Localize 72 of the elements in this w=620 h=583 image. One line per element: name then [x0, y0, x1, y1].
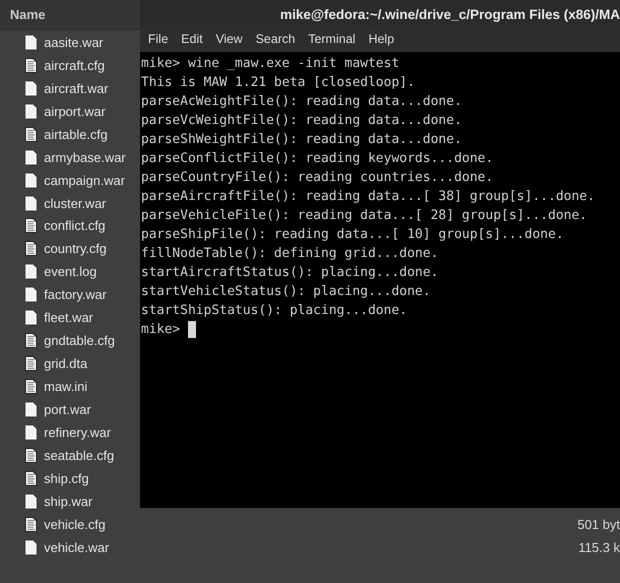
- file-icon: [25, 264, 37, 280]
- file-name[interactable]: aircraft.war: [44, 80, 108, 96]
- file-name[interactable]: seatable.cfg: [44, 448, 114, 463]
- file-name[interactable]: airport.war: [44, 104, 106, 119]
- file-name[interactable]: grid.dta: [44, 356, 88, 372]
- terminal-line: parseShipFile(): reading data...[ 10] group[s]...done.: [141, 226, 565, 244]
- file-name[interactable]: armybase.war: [44, 150, 126, 165]
- file-name[interactable]: campaign.war: [44, 172, 125, 188]
- terminal-line: fillNodeTable(): defining grid...done.: [141, 245, 440, 263]
- window-title: mike@fedora:~/.wine/drive_c/Program Files (x86)/MA: [280, 6, 620, 22]
- terminal-line: parseCountryFile(): reading countries...done.: [141, 169, 494, 187]
- cursor: [188, 321, 196, 338]
- file-icon: [25, 494, 37, 509]
- terminal-line: parseAcWeightFile(): reading data...done.: [141, 93, 463, 111]
- file-icon: [25, 310, 37, 326]
- file-name[interactable]: ship.cfg: [44, 470, 89, 486]
- text-file-icon: [25, 470, 37, 486]
- terminal-line: parseAircraftFile(): reading data...[ 38] group[s]...done.: [141, 188, 596, 206]
- file-name[interactable]: airtable.cfg: [44, 126, 108, 142]
- terminal-line: startVehicleStatus(): placing...done.: [141, 283, 432, 301]
- file-name[interactable]: ship.war: [44, 494, 92, 509]
- file-name[interactable]: maw.ini: [44, 379, 88, 394]
- terminal-line: startAircraftStatus(): placing...done.: [141, 264, 440, 282]
- terminal-line: mike> wine _maw.exe -init mawtest: [141, 55, 400, 73]
- text-file-icon: [25, 126, 37, 142]
- file-name[interactable]: fleet.war: [44, 310, 94, 326]
- terminal-line: parseVcWeightFile(): reading data...done.: [141, 112, 463, 130]
- file-icon: [25, 34, 37, 50]
- file-size: 501 byt: [577, 516, 620, 532]
- text-file-icon: [25, 516, 37, 532]
- menu-item[interactable]: File: [144, 32, 176, 46]
- text-file-icon: [25, 333, 37, 348]
- menu-item[interactable]: Terminal: [304, 32, 364, 46]
- menu-item[interactable]: View: [212, 32, 251, 46]
- terminal-line: startShipStatus(): placing...done.: [141, 302, 408, 320]
- file-icon: [25, 80, 37, 96]
- file-icon: [25, 424, 37, 440]
- file-name[interactable]: event.log: [44, 264, 97, 280]
- menu-item[interactable]: Edit: [177, 32, 211, 46]
- file-name[interactable]: factory.war: [44, 287, 107, 302]
- text-file-icon: [25, 218, 37, 234]
- file-name[interactable]: refinery.war: [44, 424, 111, 440]
- file-name[interactable]: port.war: [44, 402, 91, 417]
- file-size: 115.3 k: [578, 540, 620, 555]
- file-name[interactable]: vehicle.war: [44, 540, 110, 555]
- text-file-icon: [25, 448, 37, 463]
- terminal-line: This is MAW 1.21 beta [closedloop].: [141, 74, 416, 92]
- file-name[interactable]: country.cfg: [44, 241, 107, 256]
- file-icon: [25, 540, 37, 555]
- terminal-line: parseVehicleFile(): reading data...[ 28] group[s]...done.: [141, 207, 588, 225]
- file-icon: [25, 172, 37, 188]
- file-icon: [25, 196, 37, 211]
- terminal-line: parseConflictFile(): reading keywords...done.: [141, 150, 494, 168]
- text-file-icon: [25, 356, 37, 372]
- file-name[interactable]: cluster.war: [44, 196, 106, 211]
- file-name[interactable]: aircraft.cfg: [44, 58, 105, 73]
- file-icon: [25, 150, 37, 165]
- text-file-icon: [25, 58, 37, 73]
- file-icon: [25, 104, 37, 119]
- file-name[interactable]: gndtable.cfg: [44, 333, 115, 348]
- text-file-icon: [25, 379, 37, 394]
- menu-item[interactable]: Help: [364, 32, 402, 46]
- text-file-icon: [25, 241, 37, 256]
- file-name[interactable]: vehicle.cfg: [44, 516, 106, 532]
- column-label[interactable]: Name: [0, 7, 138, 22]
- file-icon: [25, 402, 37, 417]
- menu-item[interactable]: Search: [252, 32, 304, 46]
- file-icon: [25, 287, 37, 302]
- file-name[interactable]: conflict.cfg: [44, 218, 106, 234]
- terminal-line: parseShWeightFile(): reading data...done.: [141, 131, 463, 149]
- file-name[interactable]: aasite.war: [44, 34, 104, 50]
- terminal-prompt: mike>: [141, 321, 180, 339]
